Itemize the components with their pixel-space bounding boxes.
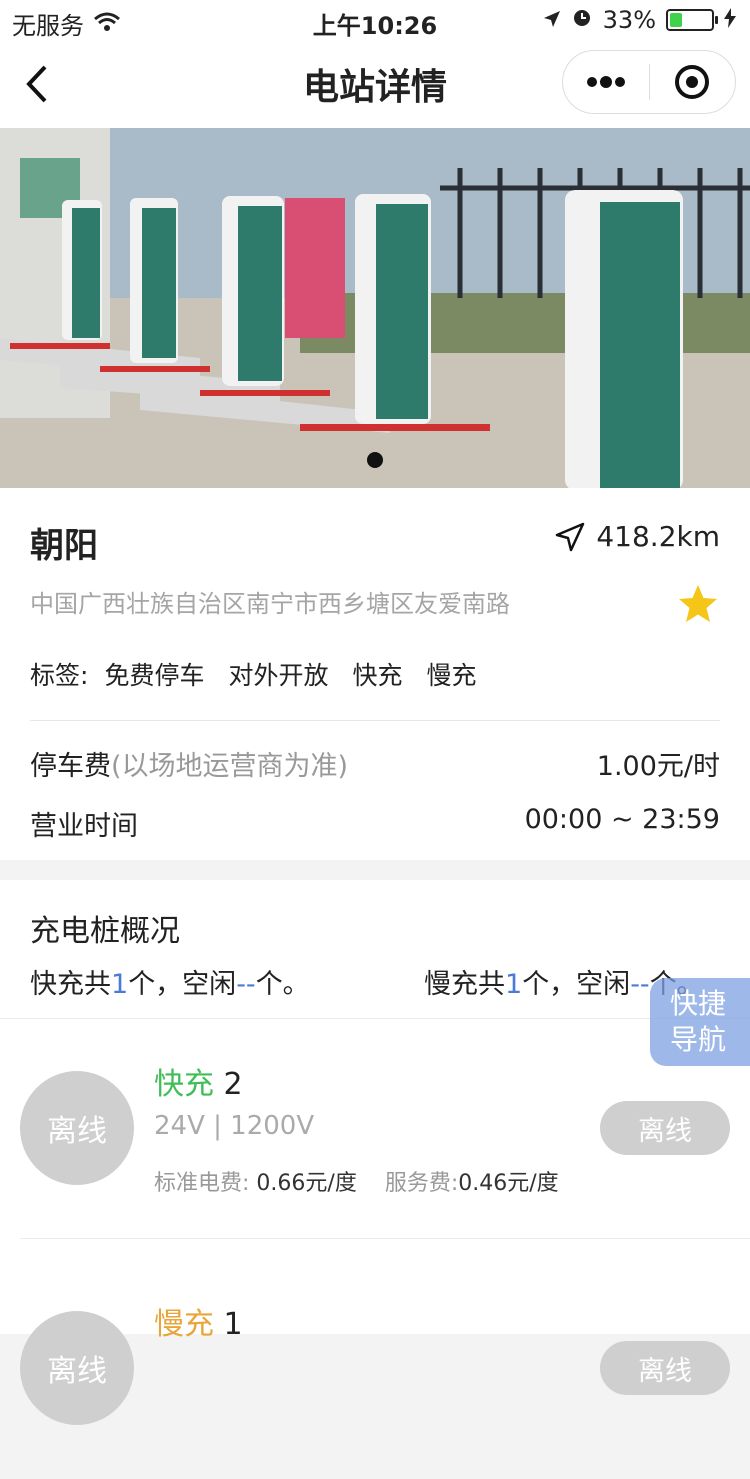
tag-free-parking: 免费停车 bbox=[104, 661, 205, 690]
target-close-icon bbox=[675, 65, 710, 99]
business-hours-row: 营业时间 00:00 ~ 23:59 bbox=[30, 804, 720, 843]
station-name: 朝阳 bbox=[30, 526, 98, 566]
divider bbox=[30, 720, 720, 721]
business-hours-label: 营业时间 bbox=[30, 811, 138, 842]
business-hours-value: 00:00 ~ 23:59 bbox=[524, 804, 720, 835]
battery-icon bbox=[666, 9, 718, 31]
parking-fee-row: 停车费(以场地运营商为准) 1.00元/时 bbox=[30, 744, 720, 783]
fast-summary-prefix: 快充共 bbox=[30, 969, 111, 1000]
battery-percent: 33% bbox=[602, 6, 656, 34]
fast-summary-suffix: 个。 bbox=[255, 969, 310, 1000]
std-fee-label: 标准电费: bbox=[154, 1171, 250, 1196]
charger-number: 1 bbox=[223, 1307, 243, 1342]
charger-number: 2 bbox=[223, 1067, 243, 1102]
parking-fee-label: 停车费 bbox=[30, 751, 111, 782]
tag-fast-charge: 快充 bbox=[352, 661, 403, 690]
quick-navigation-button[interactable]: 快捷 导航 bbox=[650, 978, 750, 1066]
more-dots-icon bbox=[586, 76, 625, 88]
station-address: 中国广西壮族自治区南宁市西乡塘区友爱南路 bbox=[30, 590, 510, 618]
list-item[interactable]: 离线 快充 2 24V | 1200V 标准电费: 0.66元/度 服务费:0.… bbox=[0, 1019, 750, 1239]
parking-fee-value: 1.00元/时 bbox=[596, 751, 720, 782]
station-photo bbox=[0, 128, 750, 488]
charging-bolt-icon bbox=[724, 6, 736, 34]
charger-status-badge: 离线 bbox=[20, 1071, 134, 1185]
service-fee-value: 0.46元/度 bbox=[458, 1171, 559, 1196]
std-fee-value: 0.66元/度 bbox=[256, 1171, 357, 1196]
tag-public: 对外开放 bbox=[228, 661, 329, 690]
navigation-arrow-icon bbox=[556, 522, 585, 551]
carousel-indicator-dot[interactable] bbox=[367, 452, 383, 468]
charger-status-badge: 离线 bbox=[20, 1311, 134, 1425]
navigation-bar: 电站详情 bbox=[0, 40, 750, 128]
overview-title: 充电桩概况 bbox=[30, 914, 180, 949]
charger-title: 快充 2 bbox=[154, 1059, 243, 1103]
distance-button[interactable]: 418.2km bbox=[554, 520, 720, 553]
distance-value: 418.2km bbox=[596, 520, 720, 553]
slow-count: 1 bbox=[505, 969, 523, 1000]
parking-fee-note: (以场地运营商为准) bbox=[111, 751, 349, 782]
charger-status-button[interactable]: 离线 bbox=[600, 1101, 730, 1155]
tags-label: 标签: bbox=[30, 661, 89, 690]
fast-idle-count: -- bbox=[236, 969, 256, 1000]
charger-type: 快充 bbox=[154, 1067, 214, 1102]
station-info-card: 朝阳 418.2km 中国广西壮族自治区南宁市西乡塘区友爱南路 标签: 免费停车… bbox=[0, 488, 750, 860]
charger-fees: 标准电费: 0.66元/度 服务费:0.46元/度 bbox=[154, 1165, 559, 1197]
list-item[interactable]: 离线 慢充 1 离线 bbox=[0, 1259, 750, 1479]
fast-count: 1 bbox=[111, 969, 129, 1000]
divider bbox=[20, 1238, 750, 1239]
charger-title: 慢充 1 bbox=[154, 1299, 243, 1343]
service-fee-label: 服务费: bbox=[384, 1171, 459, 1196]
station-photo-carousel[interactable] bbox=[0, 128, 750, 488]
charger-voltage: 24V | 1200V bbox=[154, 1111, 315, 1141]
status-bar: 无服务 上午10:26 33% bbox=[0, 0, 750, 40]
quick-nav-line2: 导航 bbox=[670, 1023, 727, 1056]
close-button[interactable] bbox=[650, 51, 736, 113]
charger-list: 离线 快充 2 24V | 1200V 标准电费: 0.66元/度 服务费:0.… bbox=[0, 1019, 750, 1425]
fast-summary-mid: 个，空闲 bbox=[128, 969, 237, 1000]
fast-charge-summary: 快充共1个，空闲--个。 bbox=[30, 962, 310, 1001]
tag-slow-charge: 慢充 bbox=[426, 661, 477, 690]
slow-idle-count: -- bbox=[630, 969, 650, 1000]
quick-nav-line1: 快捷 bbox=[670, 987, 727, 1020]
charger-type: 慢充 bbox=[154, 1307, 214, 1342]
location-arrow-icon bbox=[543, 6, 561, 34]
mini-program-capsule bbox=[562, 50, 736, 114]
slow-summary-prefix: 慢充共 bbox=[424, 969, 505, 1000]
favorite-star-icon[interactable] bbox=[676, 582, 720, 626]
charger-overview: 充电桩概况 快充共1个，空闲--个。 慢充共1个，空闲--个。 bbox=[0, 880, 750, 1019]
more-button[interactable] bbox=[563, 51, 649, 113]
slow-summary-mid: 个，空闲 bbox=[522, 969, 631, 1000]
station-tags: 标签: 免费停车 对外开放 快充 慢充 bbox=[30, 656, 501, 692]
alarm-icon bbox=[571, 6, 593, 34]
charger-status-button[interactable]: 离线 bbox=[600, 1341, 730, 1395]
